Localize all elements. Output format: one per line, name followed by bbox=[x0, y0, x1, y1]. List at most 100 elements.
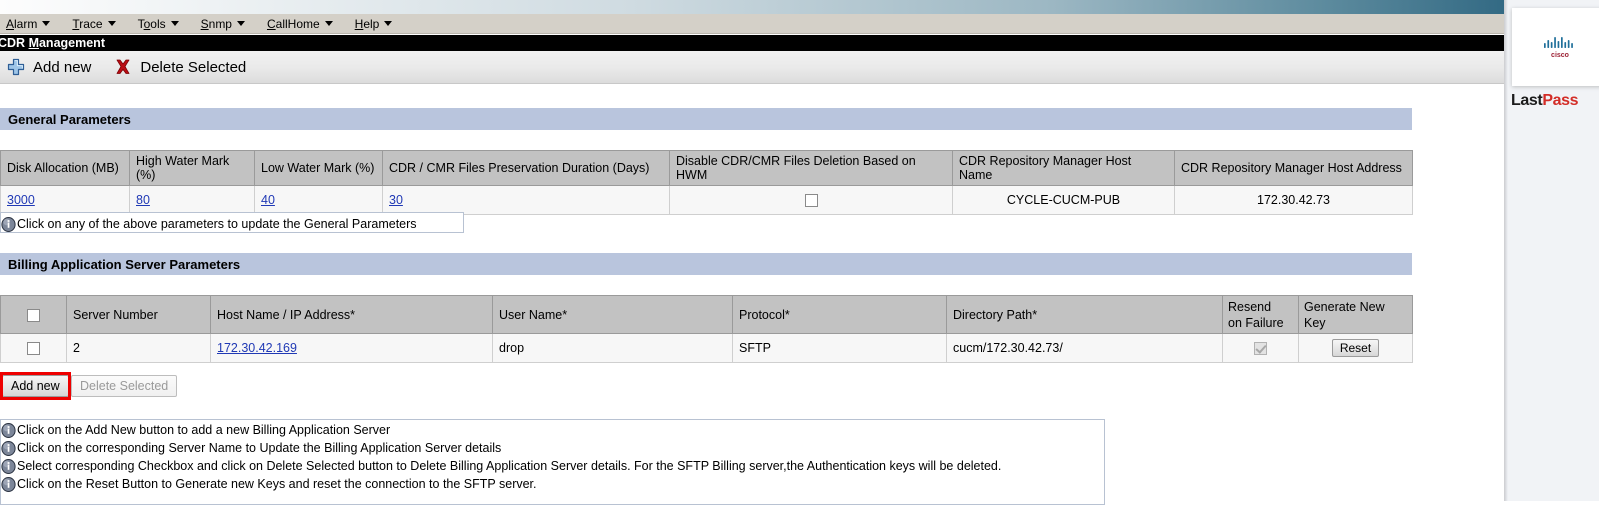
billing-parameters-title: Billing Application Server Parameters bbox=[8, 257, 240, 272]
cisco-logo-icon: cisco bbox=[1543, 35, 1577, 59]
billing-hint-line-1: Click on the Add New button to add a new… bbox=[1, 421, 1104, 439]
panel-edge-shadow bbox=[1504, 0, 1508, 501]
toolbar-add-new-label: Add new bbox=[33, 59, 91, 76]
lastpass-wordmark: LastPass bbox=[1511, 92, 1578, 110]
preservation-duration-link[interactable]: 30 bbox=[389, 193, 403, 207]
col-low-water-mark: Low Water Mark (%) bbox=[255, 151, 383, 186]
cell-directory-path: cucm/172.30.42.73/ bbox=[947, 334, 1223, 363]
select-all-checkbox[interactable] bbox=[27, 309, 40, 322]
page-title: CDR Management bbox=[0, 36, 105, 50]
toolbar-add-new-button[interactable]: Add new bbox=[6, 57, 91, 77]
menu-item-trace-label: Trace bbox=[72, 17, 102, 31]
col-repository-host-name: CDR Repository Manager Host Name bbox=[953, 151, 1175, 186]
billing-parameters-hint-box: Click on the Add New button to add a new… bbox=[0, 419, 1105, 505]
billing-parameters-table: Server Number Host Name / IP Address* Us… bbox=[0, 295, 1413, 363]
col-host-name-ip: Host Name / IP Address* bbox=[211, 296, 493, 334]
col-directory-path: Directory Path* bbox=[947, 296, 1223, 334]
cell-server-number: 2 bbox=[67, 334, 211, 363]
toolbar-delete-selected-label: Delete Selected bbox=[140, 59, 246, 76]
general-parameters-hint-line: Click on any of the above parameters to … bbox=[1, 215, 463, 233]
general-parameters-hint-box: Click on any of the above parameters to … bbox=[0, 212, 464, 233]
chevron-down-icon bbox=[384, 21, 392, 26]
menu-item-snmp-label: Snmp bbox=[201, 17, 232, 31]
plus-icon bbox=[6, 57, 26, 77]
row-select-checkbox[interactable] bbox=[27, 342, 40, 355]
host-name-link[interactable]: 172.30.42.169 bbox=[217, 341, 297, 355]
cell-protocol: SFTP bbox=[733, 334, 947, 363]
col-repository-host-address: CDR Repository Manager Host Address bbox=[1175, 151, 1413, 186]
cell-preservation-duration: 30 bbox=[383, 186, 670, 215]
menu-item-tools[interactable]: Tools bbox=[138, 17, 179, 31]
cell-repository-host-name: CYCLE-CUCM-PUB bbox=[953, 186, 1175, 215]
menu-item-callhome[interactable]: CallHome bbox=[267, 17, 333, 31]
menu-item-tools-label: Tools bbox=[138, 17, 166, 31]
billing-hint-text-3: Select corresponding Checkbox and click … bbox=[17, 457, 1001, 475]
general-parameters-header-row: Disk Allocation (MB) High Water Mark (%)… bbox=[1, 151, 1413, 186]
menu-item-trace[interactable]: Trace bbox=[72, 17, 115, 31]
col-resend-on-failure: Resend on Failure bbox=[1223, 296, 1299, 334]
page-header-banner bbox=[0, 0, 1504, 14]
general-parameters-table: Disk Allocation (MB) High Water Mark (%)… bbox=[0, 150, 1413, 215]
info-icon bbox=[1, 217, 16, 232]
cell-resend-on-failure bbox=[1223, 334, 1299, 363]
delete-selected-button: Delete Selected bbox=[71, 375, 177, 397]
chevron-down-icon bbox=[237, 21, 245, 26]
toolbar-delete-selected-button[interactable]: Delete Selected bbox=[113, 57, 246, 77]
chevron-down-icon bbox=[108, 21, 116, 26]
billing-parameters-header-row: Server Number Host Name / IP Address* Us… bbox=[1, 296, 1413, 334]
table-row: 2 172.30.42.169 drop SFTP cucm/172.30.42… bbox=[1, 334, 1413, 363]
page-toolbar: Add new Delete Selected bbox=[0, 51, 1504, 84]
cell-high-water-mark: 80 bbox=[130, 186, 255, 215]
cell-generate-new-key: Reset bbox=[1299, 334, 1413, 363]
billing-hint-text-1: Click on the Add New button to add a new… bbox=[17, 421, 390, 439]
page-title-bar: CDR Management bbox=[0, 35, 1504, 51]
col-generate-new-key: Generate New Key bbox=[1299, 296, 1413, 334]
menu-item-alarm-label: Alarm bbox=[6, 17, 37, 31]
resend-on-failure-checkbox bbox=[1254, 342, 1267, 355]
col-disable-deletion-hwm: Disable CDR/CMR Files Deletion Based on … bbox=[670, 151, 953, 186]
menu-item-snmp[interactable]: Snmp bbox=[201, 17, 245, 31]
main-menubar: Alarm Trace Tools Snmp CallHome Help bbox=[0, 14, 1504, 34]
reset-button[interactable]: Reset bbox=[1332, 339, 1379, 357]
chevron-down-icon bbox=[325, 21, 333, 26]
menu-item-callhome-label: CallHome bbox=[267, 17, 320, 31]
col-protocol: Protocol* bbox=[733, 296, 947, 334]
billing-hint-text-4: Click on the Reset Button to Generate ne… bbox=[17, 475, 537, 493]
billing-hint-text-2: Click on the corresponding Server Name t… bbox=[17, 439, 501, 457]
col-resend-line1: Resend bbox=[1228, 300, 1271, 314]
lastpass-wordmark-pass: Pass bbox=[1542, 92, 1578, 109]
info-icon bbox=[1, 477, 16, 492]
billing-hint-line-3: Select corresponding Checkbox and click … bbox=[1, 457, 1104, 475]
col-user-name: User Name* bbox=[493, 296, 733, 334]
disk-allocation-link[interactable]: 3000 bbox=[7, 193, 35, 207]
cell-user-name: drop bbox=[493, 334, 733, 363]
general-parameters-hint-text: Click on any of the above parameters to … bbox=[17, 215, 417, 233]
high-water-mark-link[interactable]: 80 bbox=[136, 193, 150, 207]
col-server-number: Server Number bbox=[67, 296, 211, 334]
col-generate-line2: Key bbox=[1304, 316, 1326, 330]
general-parameters-title: General Parameters bbox=[8, 112, 131, 127]
menu-item-help-label: Help bbox=[355, 17, 380, 31]
disable-deletion-checkbox[interactable] bbox=[805, 194, 818, 207]
col-disk-allocation: Disk Allocation (MB) bbox=[1, 151, 130, 186]
col-resend-line2: on Failure bbox=[1228, 316, 1284, 330]
cell-row-select bbox=[1, 334, 67, 363]
billing-parameters-section-header: Billing Application Server Parameters bbox=[0, 253, 1412, 275]
cell-disk-allocation: 3000 bbox=[1, 186, 130, 215]
cell-low-water-mark: 40 bbox=[255, 186, 383, 215]
lastpass-wordmark-last: Last bbox=[1511, 92, 1542, 109]
menu-item-alarm[interactable]: Alarm bbox=[6, 17, 50, 31]
info-icon bbox=[1, 441, 16, 456]
chevron-down-icon bbox=[42, 21, 50, 26]
delete-x-icon bbox=[113, 57, 133, 77]
billing-hint-line-4: Click on the Reset Button to Generate ne… bbox=[1, 475, 1104, 493]
menu-item-help[interactable]: Help bbox=[355, 17, 393, 31]
lastpass-site-card[interactable]: cisco bbox=[1512, 8, 1599, 86]
svg-text:cisco: cisco bbox=[1551, 52, 1569, 59]
general-parameters-row: 3000 80 40 30 CYCLE-CUCM-PUB 172.30.42.7… bbox=[1, 186, 1413, 215]
info-icon bbox=[1, 423, 16, 438]
low-water-mark-link[interactable]: 40 bbox=[261, 193, 275, 207]
chevron-down-icon bbox=[171, 21, 179, 26]
add-new-button[interactable]: Add new bbox=[2, 375, 69, 397]
cell-host-name: 172.30.42.169 bbox=[211, 334, 493, 363]
